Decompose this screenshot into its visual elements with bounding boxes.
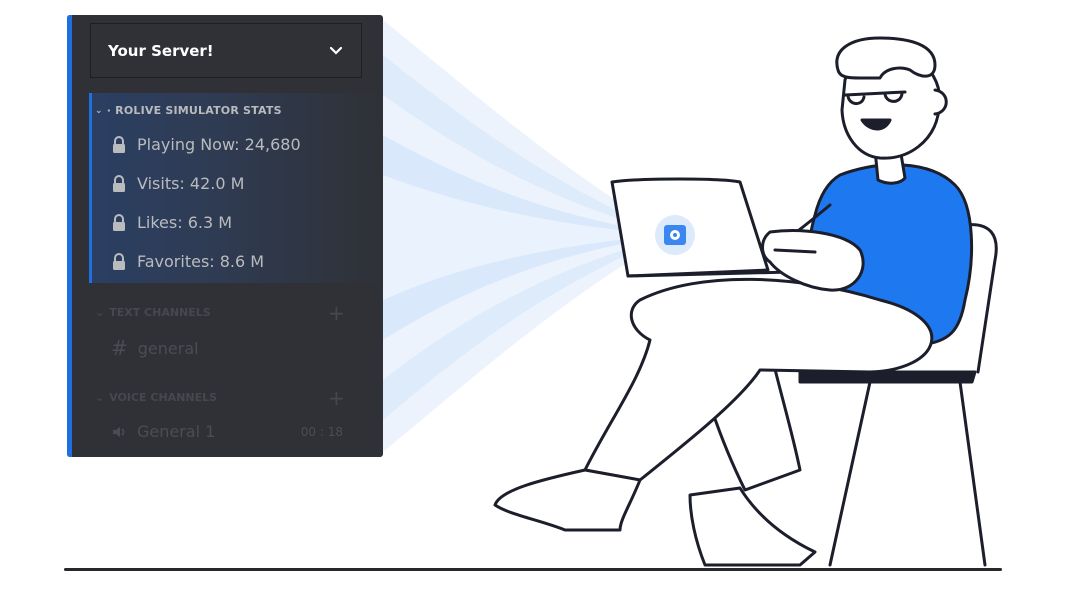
server-header[interactable]: Your Server! (90, 23, 362, 78)
stat-channel-favorites[interactable]: Favorites: 8.6 M (111, 252, 264, 271)
shoe-front (493, 468, 642, 532)
laptop-logo (655, 215, 695, 255)
speaker-icon (113, 426, 125, 437)
category-header-stats[interactable]: ⌄ · ROLIVE SIMULATOR STATS (95, 104, 282, 117)
category-header-voice[interactable]: ⌄ VOICE CHANNELS (95, 391, 217, 404)
channel-label: Visits: 42.0 M (137, 174, 245, 193)
channel-label: general (137, 338, 199, 358)
add-channel-icon[interactable]: + (328, 303, 345, 323)
stats-accent-bar (89, 93, 92, 283)
channel-label: Playing Now: 24,680 (137, 135, 301, 154)
lock-icon (113, 252, 125, 270)
chevron-down-icon: ⌄ (95, 105, 103, 116)
server-name: Your Server! (108, 41, 214, 60)
stat-channel-likes[interactable]: Likes: 6.3 M (111, 213, 232, 232)
hashtag-icon: # (111, 336, 128, 360)
chevron-down-icon: ⌄ (95, 391, 105, 404)
channel-label: Likes: 6.3 M (137, 213, 233, 232)
text-channel-general[interactable]: # general (111, 336, 199, 360)
panel-accent-bar (67, 15, 72, 457)
shoe-back (688, 486, 817, 567)
ground-line (64, 568, 1002, 571)
category-title: TEXT CHANNELS (109, 306, 211, 319)
chair-leg-back (958, 380, 987, 567)
channel-label: General 1 (137, 422, 216, 441)
voice-channel-general-1[interactable]: General 1 00 : 18 (111, 422, 343, 441)
hair (835, 36, 937, 80)
chair-seat (798, 370, 977, 384)
server-sidebar: Your Server! ⌄ · ROLIVE SIMULATOR STATS … (67, 15, 383, 457)
stats-category: ⌄ · ROLIVE SIMULATOR STATS Playing Now: … (89, 93, 383, 283)
lock-icon (113, 135, 125, 153)
category-title: · ROLIVE SIMULATOR STATS (106, 104, 282, 117)
category-title: VOICE CHANNELS (109, 391, 218, 404)
chevron-down-icon: ⌄ (95, 306, 105, 319)
voice-timer: 00 : 18 (300, 424, 343, 439)
add-channel-icon[interactable]: + (328, 388, 345, 408)
lock-icon (113, 213, 125, 231)
category-header-text[interactable]: ⌄ TEXT CHANNELS (95, 306, 211, 319)
stat-channel-visits[interactable]: Visits: 42.0 M (111, 174, 244, 193)
channel-label: Favorites: 8.6 M (137, 252, 265, 271)
chair-leg-front (828, 380, 872, 567)
lock-icon (113, 174, 125, 192)
chevron-down-icon[interactable] (329, 44, 343, 58)
stat-channel-playing[interactable]: Playing Now: 24,680 (111, 135, 301, 154)
